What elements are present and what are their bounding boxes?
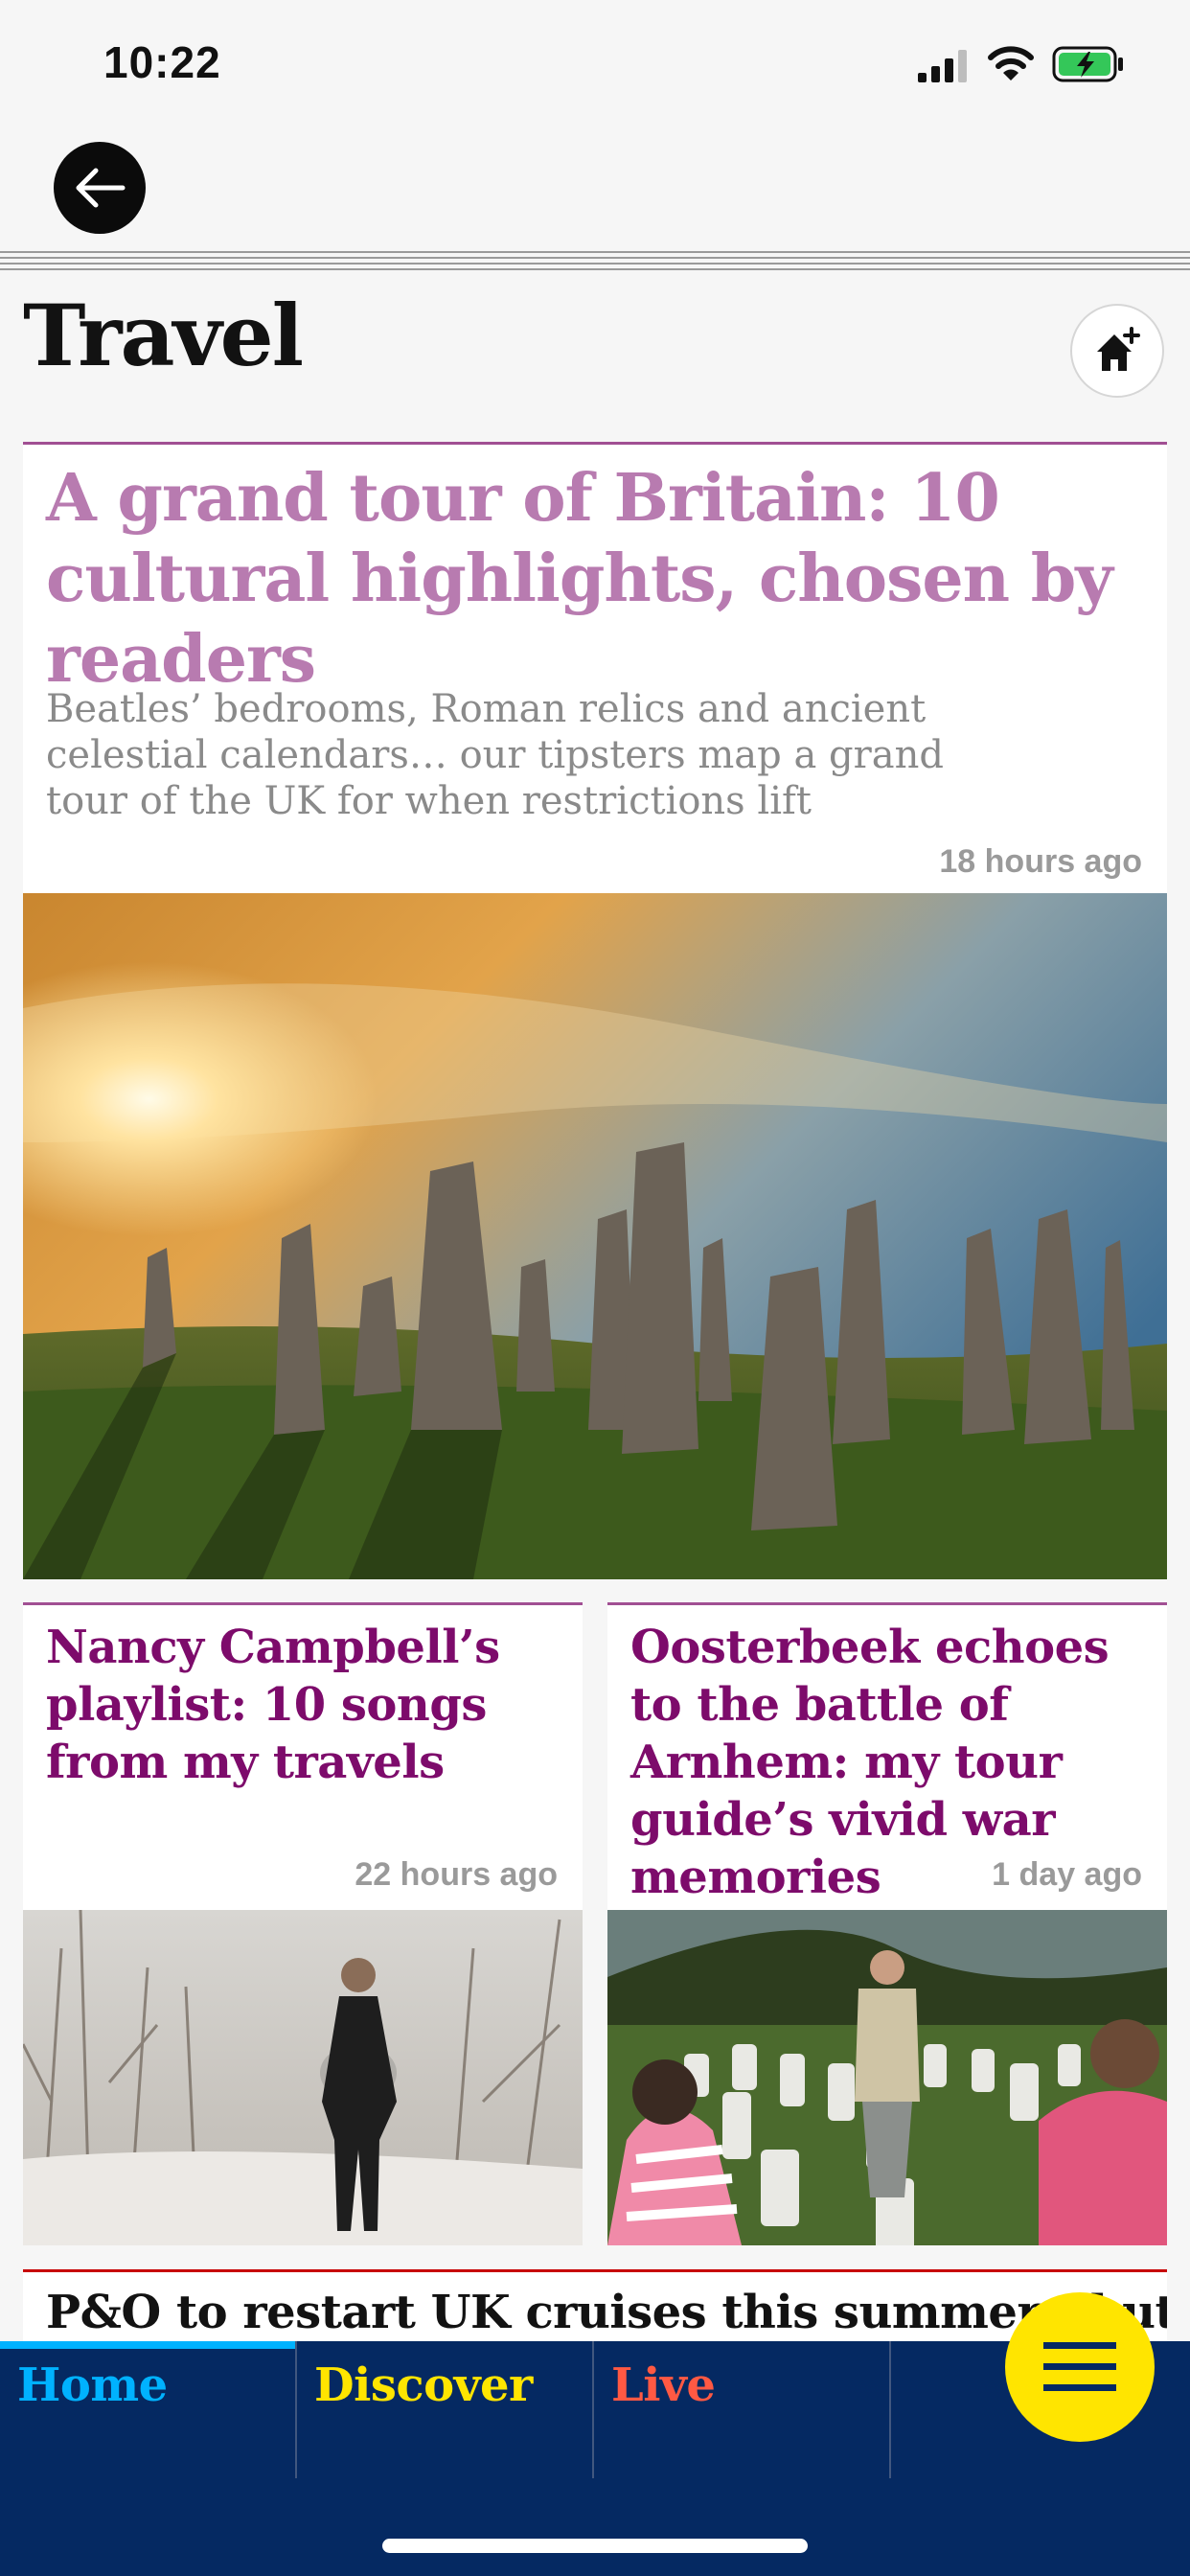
status-time: 10:22 xyxy=(103,37,221,87)
wifi-icon xyxy=(988,46,1034,80)
card-headline[interactable]: Nancy Campbell’s playlist: 10 songs from… xyxy=(46,1619,563,1791)
add-to-home-button[interactable] xyxy=(1070,304,1164,398)
article-image-snow-walker[interactable] xyxy=(23,1910,583,2245)
page-title: Travel xyxy=(23,286,304,385)
signal-icon xyxy=(918,50,967,82)
tab-label: Live xyxy=(611,2358,716,2412)
tab-discover[interactable]: Discover xyxy=(297,2341,594,2478)
tab-home[interactable]: Home xyxy=(0,2341,297,2478)
card-timestamp: 22 hours ago xyxy=(355,1856,558,1893)
article-card-nancy[interactable]: Nancy Campbell’s playlist: 10 songs from… xyxy=(23,1602,583,1910)
back-arrow-icon xyxy=(76,168,126,208)
back-button[interactable] xyxy=(54,142,146,234)
header-rules xyxy=(0,251,1190,280)
card-headline[interactable]: P&O to restart UK cruises this summer - … xyxy=(46,2286,1167,2339)
menu-button[interactable] xyxy=(1005,2292,1155,2442)
lead-headline[interactable]: A grand tour of Britain: 10 cultural hig… xyxy=(46,458,1148,700)
home-indicator[interactable] xyxy=(382,2539,808,2553)
menu-icon xyxy=(1043,2342,1116,2391)
tab-live[interactable]: Live xyxy=(594,2341,891,2478)
home-add-icon xyxy=(1097,327,1140,371)
article-image-war-cemetery[interactable] xyxy=(607,1910,1167,2245)
battery-charging-icon xyxy=(1052,46,1123,82)
card-timestamp: 1 day ago xyxy=(992,1856,1142,1893)
tab-label: Home xyxy=(17,2358,168,2412)
lead-article-card[interactable]: A grand tour of Britain: 10 cultural hig… xyxy=(23,442,1167,893)
article-card-cruises[interactable]: P&O to restart UK cruises this summer - … xyxy=(23,2269,1167,2346)
article-card-oosterbeek[interactable]: Oosterbeek echoes to the battle of Arnhe… xyxy=(607,1602,1167,1910)
lead-standfirst: Beatles’ bedrooms, Roman relics and anci… xyxy=(46,687,944,823)
lead-timestamp: 18 hours ago xyxy=(939,843,1142,880)
tab-label: Discover xyxy=(314,2358,533,2412)
lead-article-image[interactable] xyxy=(23,893,1167,1579)
